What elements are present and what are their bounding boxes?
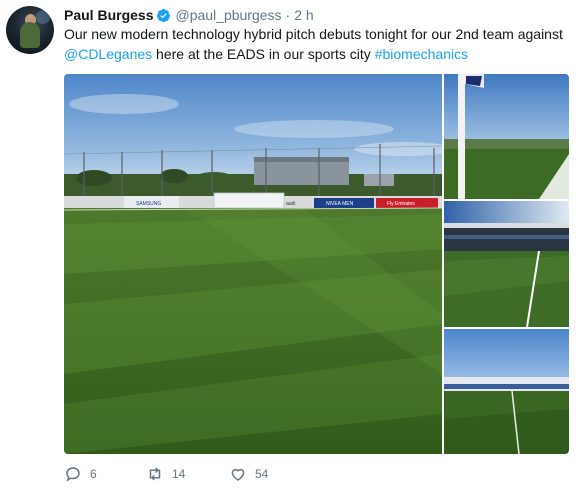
avatar-body bbox=[20, 22, 40, 48]
hashtag-link[interactable]: #biomechanics bbox=[375, 46, 468, 62]
mention-link[interactable]: @CDLeganes bbox=[64, 46, 152, 62]
tweet-text-line1: Our new modern technology hybrid pitch d… bbox=[64, 26, 563, 42]
ad-board-1: SAMSUNG bbox=[136, 201, 161, 207]
retweet-button[interactable]: 14 bbox=[146, 464, 229, 484]
media-photo-stadium[interactable] bbox=[444, 201, 569, 327]
header-separator: · bbox=[285, 7, 291, 23]
heart-icon bbox=[229, 465, 247, 483]
tweet-timestamp[interactable]: 2 h bbox=[294, 7, 313, 23]
retweet-icon bbox=[146, 465, 164, 483]
reply-icon bbox=[64, 465, 82, 483]
verified-badge-icon bbox=[156, 8, 171, 23]
like-button[interactable]: 54 bbox=[229, 464, 309, 484]
retweet-count: 14 bbox=[172, 467, 186, 481]
ad-board-2: audi bbox=[286, 201, 295, 207]
media-photo-main[interactable]: SAMSUNG audi NIVEA MEN Fly Emirates bbox=[64, 74, 442, 454]
media-photo-distant-stand[interactable] bbox=[444, 329, 569, 454]
avatar-light bbox=[36, 10, 50, 24]
tweet-text-middle: here at the EADS in our sports city bbox=[152, 46, 375, 62]
like-count: 54 bbox=[255, 467, 269, 481]
reply-count: 6 bbox=[90, 467, 97, 481]
author-name[interactable]: Paul Burgess bbox=[64, 7, 153, 23]
ad-board-4: Fly Emirates bbox=[387, 201, 415, 207]
author-handle[interactable]: @paul_pburgess bbox=[175, 7, 281, 23]
tweet-actions: 6 14 54 bbox=[64, 464, 309, 484]
tweet-header: Paul Burgess @paul_pburgess · 2 h bbox=[64, 6, 314, 24]
media-grid: SAMSUNG audi NIVEA MEN Fly Emirates bbox=[64, 74, 569, 454]
tweet-text: Our new modern technology hybrid pitch d… bbox=[64, 24, 564, 64]
reply-button[interactable]: 6 bbox=[64, 464, 146, 484]
avatar[interactable] bbox=[6, 6, 54, 54]
tweet: Paul Burgess @paul_pburgess · 2 h Our ne… bbox=[0, 0, 576, 488]
ad-board-3: NIVEA MEN bbox=[326, 201, 354, 207]
media-photo-corner-flag[interactable] bbox=[444, 74, 569, 199]
